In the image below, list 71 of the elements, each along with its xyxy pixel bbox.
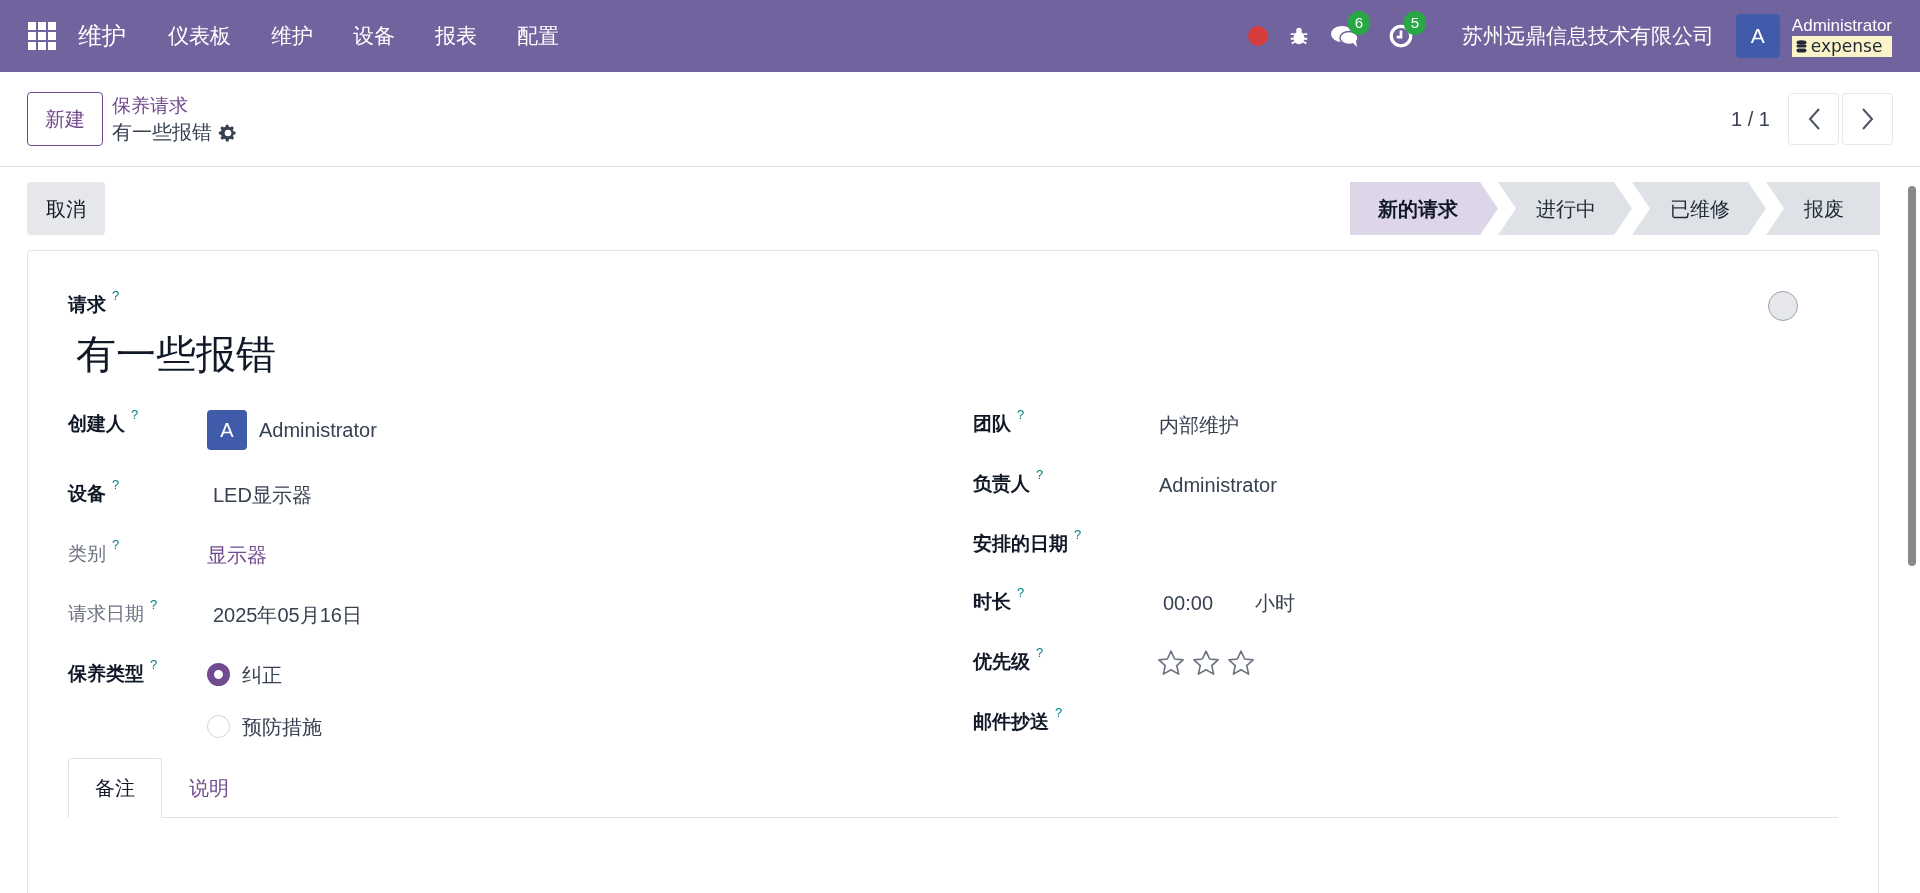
gear-icon[interactable]: [218, 122, 238, 143]
help-tooltip-mark[interactable]: ?: [1017, 586, 1025, 600]
star-icon[interactable]: [1191, 648, 1221, 678]
form-tab[interactable]: 说明: [162, 757, 256, 818]
chevron-left-icon: [1806, 107, 1821, 131]
field-link[interactable]: 显示器: [207, 539, 267, 570]
star-icon[interactable]: [1226, 648, 1256, 678]
field-label: 安排的日期: [973, 531, 1068, 556]
help-tooltip-mark[interactable]: ?: [131, 407, 139, 422]
field-label: 负责人: [973, 471, 1030, 496]
form-tab[interactable]: 备注: [68, 757, 162, 818]
field-label: 类别: [68, 541, 106, 566]
chevron-right-icon: [1860, 107, 1875, 131]
activity-count-badge: 5: [1403, 11, 1427, 35]
database-icon: [1795, 40, 1807, 54]
help-tooltip-mark[interactable]: ?: [1017, 407, 1025, 422]
record-name: 有一些报错: [112, 120, 212, 145]
radio-label: 纠正: [242, 662, 282, 688]
database-badge: expense: [1791, 36, 1892, 58]
field-label: 时长: [973, 590, 1011, 614]
apps-grid-icon[interactable]: [28, 22, 56, 50]
stage-step[interactable]: 进行中: [1498, 182, 1632, 235]
field-value: 内部维护: [1158, 412, 1239, 438]
menu-item[interactable]: 设备: [333, 20, 415, 52]
next-button[interactable]: [1842, 93, 1893, 145]
field-label: 请求日期: [68, 601, 144, 626]
menu-item[interactable]: 仪表板: [148, 20, 251, 52]
help-tooltip-mark[interactable]: ?: [1036, 646, 1044, 660]
previous-button[interactable]: [1788, 93, 1839, 145]
pager-value: 1 / 1: [1731, 107, 1770, 132]
message-count-badge: 6: [1347, 11, 1371, 35]
help-tooltip-mark[interactable]: ?: [112, 537, 120, 552]
app-name[interactable]: 维护: [78, 18, 126, 54]
field-label: 邮件抄送: [973, 710, 1049, 734]
menu-item[interactable]: 维护: [251, 20, 333, 52]
field-label: 优先级: [973, 650, 1030, 674]
user-name[interactable]: Administrator: [1791, 14, 1892, 36]
user-avatar: A: [207, 409, 247, 450]
field-label: 设备: [68, 481, 106, 506]
menu-item[interactable]: 报表: [415, 20, 497, 52]
duration-value: 00:00: [1163, 591, 1214, 616]
cancel-button[interactable]: 取消: [27, 182, 105, 235]
company-name[interactable]: 苏州远鼎信息技术有限公司: [1461, 20, 1714, 52]
scrollbar[interactable]: [1908, 186, 1916, 566]
help-tooltip-mark[interactable]: ?: [1074, 527, 1082, 542]
field-label: 保养类型: [68, 661, 144, 686]
field-label: 创建人: [68, 411, 125, 436]
radio-button[interactable]: [207, 663, 230, 686]
help-tooltip-mark[interactable]: ?: [150, 657, 158, 672]
radio-label: 预防措施: [242, 714, 322, 740]
breadcrumb-link[interactable]: 保养请求: [112, 92, 238, 119]
menu-item[interactable]: 配置: [497, 20, 579, 52]
field-label: 请求: [68, 293, 106, 317]
field-value: 2025年05月16日: [212, 602, 362, 628]
stage-step[interactable]: 报废: [1766, 182, 1880, 235]
new-button[interactable]: 新建: [27, 92, 103, 146]
request-title: 有一些报错: [76, 330, 276, 378]
field-value: Administrator: [259, 417, 377, 443]
field-value: LED显示器: [212, 482, 312, 508]
field-value: Administrator: [1158, 472, 1277, 498]
star-icon[interactable]: [1156, 648, 1186, 678]
stage-step[interactable]: 新的请求: [1350, 182, 1498, 235]
help-tooltip-mark[interactable]: ?: [1055, 706, 1063, 720]
field-label: 团队: [973, 411, 1011, 436]
help-tooltip-mark[interactable]: ?: [112, 289, 120, 303]
help-tooltip-mark[interactable]: ?: [1036, 467, 1044, 482]
duration-unit: 小时: [1255, 591, 1296, 616]
help-tooltip-mark[interactable]: ?: [150, 597, 158, 612]
stage-step[interactable]: 已维修: [1632, 182, 1766, 235]
user-avatar[interactable]: A: [1735, 14, 1780, 58]
help-tooltip-mark[interactable]: ?: [112, 477, 120, 492]
